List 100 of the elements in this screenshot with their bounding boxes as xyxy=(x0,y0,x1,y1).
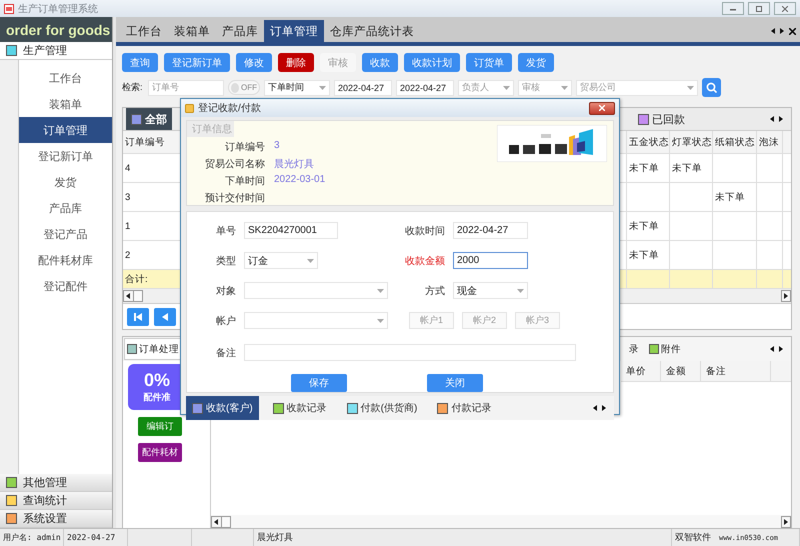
dialog-title: 登记收款/付款 xyxy=(198,102,262,115)
info-label: 贸易公司名称 xyxy=(204,158,265,171)
field-label: 方式 xyxy=(424,284,446,298)
action-button[interactable]: 配件耗材 xyxy=(138,443,182,462)
minimize-button[interactable] xyxy=(722,2,744,15)
dropdown-arrow-icon xyxy=(503,86,510,90)
column-header: 泡沫 xyxy=(757,131,783,153)
info-value: 晨光灯具 xyxy=(274,158,315,171)
filter-tab[interactable]: 全部 xyxy=(126,108,172,130)
dropdown-arrow-icon xyxy=(307,258,314,262)
app-logo: order for goods xyxy=(0,17,112,42)
close-icon xyxy=(782,6,788,12)
sidebar-item[interactable]: 登记新订单 xyxy=(19,143,112,169)
scroll-right-icon xyxy=(780,28,784,34)
scroll-left-icon xyxy=(593,405,597,411)
field-label: 收款金额 xyxy=(404,254,446,268)
field-label: 收款时间 xyxy=(404,224,446,238)
previous-icon xyxy=(162,313,168,321)
scroll-right-icon xyxy=(779,116,783,122)
field-label: 备注 xyxy=(215,346,237,360)
dropdown-arrow-icon xyxy=(561,86,568,90)
sidebar-group-header[interactable]: 系统设置 xyxy=(0,510,112,528)
column-header: 纸箱状态 xyxy=(713,131,757,153)
tab[interactable]: 订单管理 xyxy=(264,20,324,42)
app-icon xyxy=(4,4,14,14)
tab[interactable]: 订单处理 xyxy=(124,338,182,360)
sidebar-item[interactable]: 登记配件 xyxy=(19,273,112,299)
note-field[interactable] xyxy=(244,344,576,361)
maximize-button[interactable] xyxy=(748,2,770,15)
tab[interactable]: 装箱单 xyxy=(168,20,216,42)
status-vendor: 双智软件 xyxy=(675,531,711,544)
info-value: 3 xyxy=(274,140,281,153)
close-button[interactable] xyxy=(774,2,796,15)
sidebar-group-header[interactable]: 生产管理 xyxy=(0,42,112,60)
field-label: 对象 xyxy=(215,284,237,298)
sidebar-group-header[interactable]: 查询统计 xyxy=(0,492,112,510)
info-label: 订单编号 xyxy=(224,140,265,154)
scroll-left-icon xyxy=(770,346,774,352)
sidebar-item[interactable]: 装箱单 xyxy=(19,91,112,117)
field-label: 帐户 xyxy=(215,314,237,328)
column-header: 灯罩状态 xyxy=(670,131,713,153)
scroll-right-icon xyxy=(779,346,783,352)
action-button[interactable]: 编辑订 xyxy=(138,417,182,436)
table-cell: 未下单 xyxy=(670,154,713,182)
tab[interactable]: 仓库产品统计表 xyxy=(324,20,420,42)
dropdown-arrow-icon xyxy=(377,318,384,322)
tab[interactable]: 附件 xyxy=(646,338,684,360)
table-cell: 未下单 xyxy=(713,183,757,211)
window-title: 生产订单管理系统 xyxy=(18,2,99,16)
close-icon xyxy=(789,28,796,34)
tab[interactable]: 产品库 xyxy=(216,20,264,42)
tab[interactable]: 付款记录 xyxy=(431,396,498,420)
scroll-left-icon xyxy=(770,116,774,122)
progress-percent: 0% xyxy=(144,370,170,391)
date-field[interactable]: 2022-04-27 xyxy=(334,80,392,96)
tab[interactable]: 收款(客户) xyxy=(186,396,259,420)
table-cell: 未下单 xyxy=(627,154,670,182)
date-type-dropdown[interactable]: 下单时间 xyxy=(264,80,330,96)
date-field[interactable]: 2022-04-27 xyxy=(396,80,454,96)
sidebar-item[interactable]: 订单管理 xyxy=(19,117,112,143)
tab[interactable]: 工作台 xyxy=(120,20,168,42)
sidebar-group-header[interactable]: 其他管理 xyxy=(0,474,112,492)
previous-page-button[interactable] xyxy=(154,308,176,326)
toolbar-button[interactable]: 删除 xyxy=(278,53,314,72)
minimize-icon xyxy=(730,6,736,10)
tab[interactable]: 收款记录 xyxy=(266,396,333,420)
info-label: 预计交付时间 xyxy=(204,192,265,205)
sidebar-item[interactable]: 发货 xyxy=(19,169,112,195)
table-cell: 未下单 xyxy=(627,212,670,240)
sidebar-item[interactable]: 配件耗材库 xyxy=(19,247,112,273)
column-header: 金额 xyxy=(661,361,701,381)
status-user: 用户名: admin xyxy=(3,532,61,543)
search-icon xyxy=(706,82,717,93)
amount-field[interactable]: 2000 xyxy=(453,252,528,269)
type-dropdown[interactable]: 订金 xyxy=(244,252,318,269)
close-button[interactable] xyxy=(589,102,615,114)
dropdown-arrow-icon xyxy=(377,288,384,292)
table-cell: 未下单 xyxy=(627,241,670,269)
search-button[interactable] xyxy=(702,78,721,97)
scroll-right-icon xyxy=(602,405,606,411)
status-date: 2022-04-27 xyxy=(67,533,116,542)
dropdown-arrow-icon xyxy=(319,86,326,90)
date-field[interactable]: 2022-04-27 xyxy=(453,222,528,239)
field-label: 类型 xyxy=(215,254,237,268)
maximize-icon xyxy=(756,6,762,12)
sidebar-item[interactable]: 工作台 xyxy=(19,65,112,91)
input-field[interactable]: SK2204270001 xyxy=(244,222,338,239)
info-label: 下单时间 xyxy=(224,174,265,188)
tab[interactable]: 录 xyxy=(626,338,642,360)
progress-label: 配件准 xyxy=(144,391,170,404)
first-page-button[interactable] xyxy=(127,308,149,326)
field-label: 单号 xyxy=(215,224,237,238)
dialog-icon xyxy=(185,104,194,112)
sidebar-item[interactable]: 产品库 xyxy=(19,195,112,221)
method-dropdown[interactable]: 现金 xyxy=(453,282,528,299)
first-page-icon xyxy=(134,313,142,321)
dropdown-arrow-icon xyxy=(687,86,694,90)
tab[interactable]: 付款(供货商) xyxy=(340,396,424,420)
sidebar-item[interactable]: 登记产品 xyxy=(19,221,112,247)
filter-tab[interactable]: 已回款 xyxy=(633,108,690,130)
